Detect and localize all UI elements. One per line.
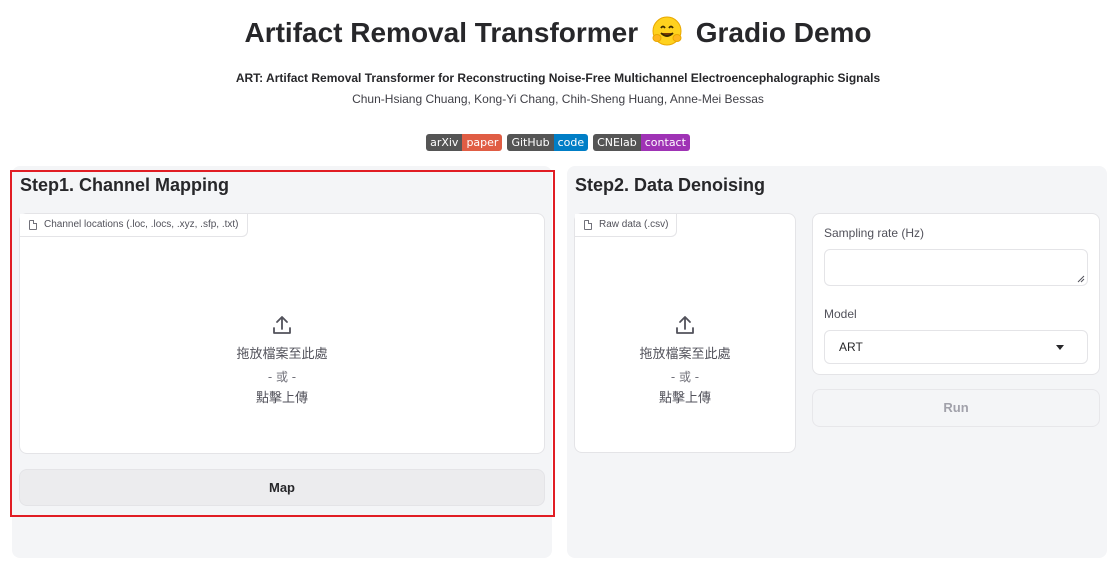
drop-zone[interactable]: 拖放檔案至此處 - 或 - 點擊上傳 xyxy=(575,314,795,410)
page-title: Artifact Removal Transformer Gradio Demo xyxy=(0,14,1116,49)
map-button[interactable]: Map xyxy=(19,469,545,506)
badge-right: paper xyxy=(462,134,503,151)
paper-subtitle: ART: Artifact Removal Transformer for Re… xyxy=(235,71,881,85)
badge-left: GitHub xyxy=(507,134,554,151)
dropdown-caret-icon xyxy=(1056,345,1064,350)
drop-text: 拖放檔案至此處 xyxy=(236,347,328,362)
step1-title: Step1. Channel Mapping xyxy=(20,175,230,195)
authors-line: Chun-Hsiang Chuang, Kong-Yi Chang, Chih-… xyxy=(352,92,764,106)
file-icon xyxy=(29,220,37,230)
github-code-badge[interactable]: GitHub code xyxy=(507,134,589,151)
click-upload-text: 點擊上傳 xyxy=(658,391,711,406)
badge-right: contact xyxy=(640,134,690,151)
upload-icon xyxy=(676,316,694,334)
run-button[interactable]: Run xyxy=(812,389,1100,427)
model-label: Model xyxy=(824,307,857,321)
badge-row: arXiv paper GitHub code CNElab contact xyxy=(0,134,1116,151)
model-dropdown[interactable]: ART xyxy=(824,330,1088,364)
title-text-2: Gradio Demo xyxy=(695,17,872,48)
drop-text: 拖放檔案至此處 xyxy=(639,347,731,362)
resize-grip-icon[interactable] xyxy=(1077,275,1085,283)
upload-label-text: Channel locations (.loc, .locs, .xyz, .s… xyxy=(44,219,239,230)
or-text: - 或 - xyxy=(670,370,700,384)
model-selected-value: ART xyxy=(839,340,863,354)
arxiv-paper-badge[interactable]: arXiv paper xyxy=(426,134,503,151)
sampling-rate-input[interactable] xyxy=(824,249,1088,286)
step2-title: Step2. Data Denoising xyxy=(575,175,766,195)
badge-right: code xyxy=(553,134,589,151)
click-upload-text: 點擊上傳 xyxy=(255,391,308,406)
settings-form: Sampling rate (Hz) Model ART xyxy=(812,213,1100,375)
badge-left: arXiv xyxy=(426,134,463,151)
upload-label: Raw data (.csv) xyxy=(575,214,678,237)
upload-label: Channel locations (.loc, .locs, .xyz, .s… xyxy=(20,214,248,237)
drop-zone[interactable]: 拖放檔案至此處 - 或 - 點擊上傳 xyxy=(20,314,544,410)
cnelab-contact-badge[interactable]: CNElab contact xyxy=(593,134,690,151)
or-text: - 或 - xyxy=(267,370,297,384)
sampling-rate-label: Sampling rate (Hz) xyxy=(824,226,925,240)
raw-data-upload[interactable]: Raw data (.csv) 拖放檔案至此處 - 或 - 點擊上傳 xyxy=(574,213,796,453)
hugging-face-icon xyxy=(652,16,682,46)
upload-label-text: Raw data (.csv) xyxy=(599,219,669,230)
file-icon xyxy=(584,220,592,230)
upload-icon xyxy=(273,316,291,334)
channel-locations-upload[interactable]: Channel locations (.loc, .locs, .xyz, .s… xyxy=(19,213,545,454)
badge-left: CNElab xyxy=(593,134,641,151)
title-text-1: Artifact Removal Transformer xyxy=(244,17,639,48)
